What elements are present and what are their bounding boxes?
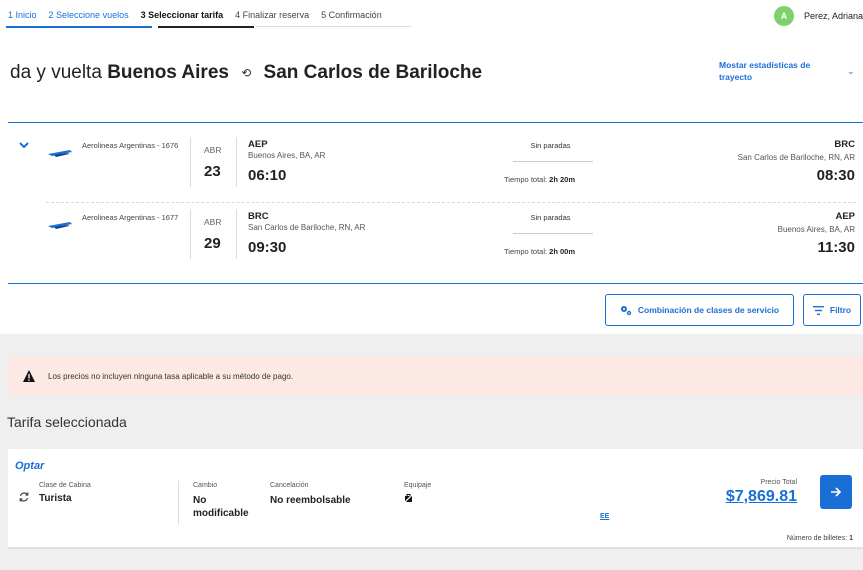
combo-label: Combinación de clases de servicio (637, 305, 780, 315)
row-divider (46, 202, 856, 203)
gears-icon (620, 305, 632, 315)
warning-icon (23, 370, 35, 382)
select-fare-button[interactable] (820, 475, 852, 509)
service-class-combination-button[interactable]: Combinación de clases de servicio (605, 294, 794, 326)
origin-city: Buenos Aires (107, 62, 229, 83)
arrival-code: AEP (835, 211, 855, 222)
stops-label: Sin paradas (530, 213, 571, 222)
cabin-label: Clase de Cabina (39, 482, 91, 489)
flight-month: ABR (204, 217, 222, 227)
arrival-city: Buenos Aires, BA, AR (777, 225, 855, 234)
alert-text: Los precios no incluyen ninguna tasa apl… (48, 371, 294, 381)
step-seleccionar-tarifa[interactable]: 3 Seleccionar tarifa (141, 10, 224, 20)
arrow-right-icon (831, 487, 842, 497)
stops-label: Sin paradas (530, 141, 571, 150)
departure-code: AEP (248, 139, 268, 150)
page-title: da y vuelta Buenos Aires ⟲ San Carlos de… (10, 62, 482, 84)
route-stats-link[interactable]: Mostar estadísticas de trayecto (719, 59, 831, 83)
airline-logo-icon (48, 222, 72, 229)
airline-name: Aerolineas Argentinas - 1676 (82, 141, 179, 150)
route-line (513, 233, 593, 234)
divider (190, 209, 191, 259)
filter-icon (812, 305, 824, 315)
luggage-label: Equipaje (404, 482, 432, 489)
fare-code-link[interactable]: EE (600, 513, 609, 520)
chevron-down-icon[interactable]: ⌄ (847, 66, 855, 77)
title-prefix: da y vuelta (10, 62, 102, 83)
filter-button[interactable]: Filtro (803, 294, 861, 326)
flight-month: ABR (204, 145, 222, 155)
user-menu[interactable]: A Perez, Adriana (773, 6, 863, 26)
divider (190, 137, 191, 187)
airline-logo-icon (48, 150, 72, 157)
progress-stepper: 1 Inicio 2 Seleccione vuelos 3 Seleccion… (0, 0, 863, 30)
stepper-progress-done (6, 26, 152, 28)
divider (236, 137, 237, 187)
fare-option-title: Optar (15, 460, 45, 472)
total-price[interactable]: $7,869.81 (726, 488, 797, 506)
user-name: Perez, Adriana (803, 11, 863, 21)
total-time: Tiempo total: 2h 00m (504, 247, 576, 256)
change-value: No modificable (193, 495, 249, 519)
departure-city: Buenos Aires, BA, AR (248, 151, 326, 160)
departure-time: 06:10 (248, 167, 287, 184)
arrival-time: 11:30 (817, 239, 855, 256)
departure-code: BRC (248, 211, 269, 222)
change-label: Cambio (193, 482, 218, 489)
step-seleccione-vuelos[interactable]: 2 Seleccione vuelos (49, 10, 129, 20)
total-time: Tiempo total: 2h 20m (504, 175, 576, 184)
departure-city: San Carlos de Bariloche, RN, AR (248, 223, 366, 232)
cancel-label: Cancelación (270, 482, 309, 489)
no-luggage-icon (404, 494, 413, 503)
stepper-progress-rest (256, 26, 411, 27)
step-inicio[interactable]: 1 Inicio (8, 10, 37, 20)
price-label: Precio Total (760, 479, 797, 486)
divider (178, 481, 179, 525)
departure-time: 09:30 (248, 239, 287, 256)
arrival-code: BRC (834, 139, 855, 150)
flight-day: 23 (204, 163, 221, 180)
arrival-city: San Carlos de Bariloche, RN, AR (737, 153, 855, 162)
cancel-value: No reembolsable (270, 495, 351, 506)
destination-city: San Carlos de Bariloche (263, 62, 483, 83)
avatar: A (773, 6, 794, 26)
step-confirmacion: 5 Confirmación (321, 10, 382, 20)
flight-itinerary: Aerolineas Argentinas - 1676 ABR 23 AEP … (8, 122, 863, 284)
exchange-icon (19, 492, 29, 502)
filter-label: Filtro (829, 305, 852, 315)
arrival-time: 08:30 (816, 167, 855, 184)
flight-row-return: Aerolineas Argentinas - 1677 ABR 29 BRC … (8, 209, 863, 273)
price-alert: Los precios no incluyen ninguna tasa apl… (8, 356, 863, 396)
section-title: Tarifa seleccionada (7, 414, 127, 430)
route-line (513, 161, 593, 162)
collapse-chevron-icon[interactable] (18, 139, 30, 151)
flight-day: 29 (204, 235, 221, 252)
round-trip-icon: ⟲ (241, 65, 252, 80)
fare-card: Optar Clase de Cabina Turista Cambio No … (8, 449, 863, 549)
airline-name: Aerolineas Argentinas - 1677 (82, 213, 179, 222)
divider (236, 209, 237, 259)
stepper-progress-active (158, 26, 254, 28)
step-finalizar-reserva: 4 Finalizar reserva (235, 10, 310, 20)
flight-row-outbound: Aerolineas Argentinas - 1676 ABR 23 AEP … (8, 137, 863, 201)
cabin-value: Turista (39, 493, 72, 504)
tickets-count: Número de billetes: 1 (786, 535, 853, 542)
